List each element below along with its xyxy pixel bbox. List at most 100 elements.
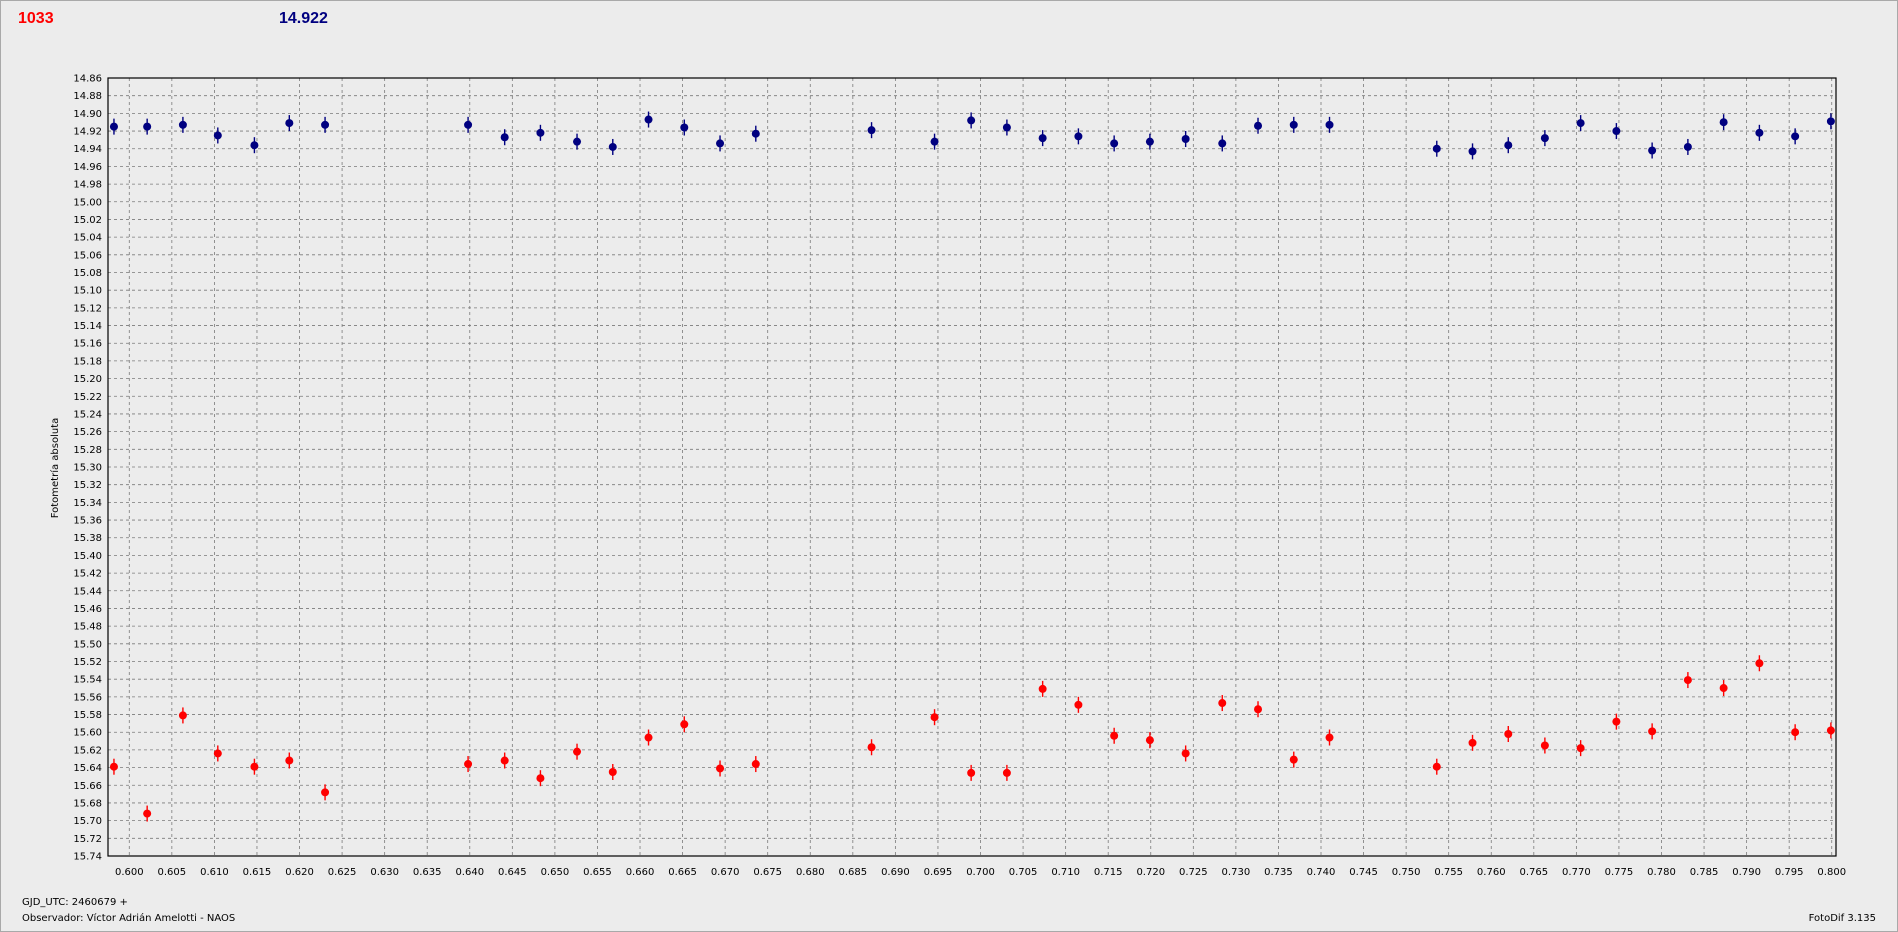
data-point [1648, 146, 1657, 155]
data-point [1432, 762, 1441, 771]
data-point [1218, 139, 1227, 148]
y-tick-label: 15.60 [73, 728, 102, 739]
data-point [716, 139, 725, 148]
data-point [1826, 117, 1835, 126]
data-point [1612, 717, 1621, 726]
data-point [1826, 726, 1835, 735]
y-tick-label: 15.04 [73, 233, 102, 244]
x-tick-label: 0.795 [1775, 867, 1804, 878]
x-tick-label: 0.670 [711, 867, 740, 878]
data-point [1576, 744, 1585, 753]
x-tick-label: 0.655 [583, 867, 612, 878]
data-point [109, 122, 118, 131]
y-tick-label: 15.42 [73, 569, 102, 580]
data-point [1110, 731, 1119, 740]
x-tick-label: 0.725 [1179, 867, 1208, 878]
x-tick-label: 0.760 [1477, 867, 1506, 878]
y-tick-label: 15.16 [73, 339, 102, 350]
data-point [1612, 127, 1621, 136]
x-tick-label: 0.620 [285, 867, 314, 878]
x-tick-label: 0.730 [1222, 867, 1251, 878]
light-curve-chart: 0.600 0.605 0.610 0.615 0.620 0.625 0.630 0.635… [49, 74, 1846, 879]
y-tick-label: 15.00 [73, 197, 102, 208]
data-point [644, 733, 653, 742]
y-tick-label: 15.58 [73, 710, 102, 721]
y-tick-label: 15.06 [73, 250, 102, 261]
data-point [1002, 123, 1011, 132]
x-tick-label: 0.600 [115, 867, 144, 878]
y-tick-label: 15.50 [73, 639, 102, 650]
x-tick-label: 0.705 [1009, 867, 1038, 878]
y-tick-label: 15.62 [73, 745, 102, 756]
x-tick-label: 0.740 [1307, 867, 1336, 878]
y-tick-label: 15.68 [73, 798, 102, 809]
y-tick-label: 15.72 [73, 834, 102, 845]
x-tick-label: 0.770 [1562, 867, 1591, 878]
x-tick-label: 0.615 [243, 867, 272, 878]
footer-gjd: GJD_UTC: 2460679 + [22, 897, 128, 908]
footer-version: FotoDif 3.135 [1808, 913, 1876, 924]
data-point [1540, 134, 1549, 143]
x-tick-label: 0.700 [966, 867, 995, 878]
data-point [464, 120, 473, 129]
data-point [867, 126, 876, 135]
data-point [1074, 700, 1083, 709]
y-tick-label: 14.98 [73, 180, 102, 191]
x-tick-label: 0.685 [839, 867, 868, 878]
y-tick-label: 15.18 [73, 356, 102, 367]
data-point [321, 120, 330, 129]
data-point [143, 809, 152, 818]
data-point [1038, 134, 1047, 143]
x-tick-label: 0.610 [200, 867, 229, 878]
y-tick-label: 14.96 [73, 162, 102, 173]
y-tick-label: 15.48 [73, 622, 102, 633]
data-point [1038, 684, 1047, 693]
data-point [109, 762, 118, 771]
data-point [1755, 659, 1764, 668]
y-tick-label: 14.94 [73, 144, 102, 155]
data-point [1325, 120, 1334, 129]
data-point [1110, 139, 1119, 148]
data-point [1181, 749, 1190, 758]
y-tick-label: 15.40 [73, 551, 102, 562]
data-point [1540, 741, 1549, 750]
data-point [1468, 738, 1477, 747]
x-tick-label: 0.695 [924, 867, 953, 878]
y-tick-label: 15.36 [73, 516, 102, 527]
data-point [1254, 121, 1263, 130]
data-point [867, 743, 876, 752]
x-tick-label: 0.640 [455, 867, 484, 878]
data-point [1218, 699, 1227, 708]
y-tick-label: 15.56 [73, 692, 102, 703]
data-point [716, 764, 725, 773]
y-tick-label: 14.90 [73, 109, 102, 120]
y-tick-label: 15.34 [73, 498, 102, 509]
data-point [1648, 727, 1657, 736]
data-point [250, 141, 259, 150]
x-tick-label: 0.690 [881, 867, 910, 878]
y-tick-label: 15.28 [73, 445, 102, 456]
x-tick-label: 0.800 [1817, 867, 1846, 878]
data-point [608, 142, 617, 151]
data-point [1002, 768, 1011, 777]
data-point [1504, 141, 1513, 150]
data-point [213, 749, 222, 758]
x-tick-label: 0.765 [1519, 867, 1548, 878]
data-point [1145, 137, 1154, 146]
data-point [573, 137, 582, 146]
data-point [1719, 118, 1728, 127]
x-tick-label: 0.645 [498, 867, 527, 878]
data-point [680, 123, 689, 132]
data-point [1074, 132, 1083, 141]
x-tick-label: 0.625 [328, 867, 357, 878]
x-tick-label: 0.785 [1690, 867, 1719, 878]
data-point [1432, 144, 1441, 153]
y-tick-label: 15.64 [73, 763, 102, 774]
y-tick-label: 15.44 [73, 586, 102, 597]
x-tick-label: 0.605 [158, 867, 187, 878]
data-point [178, 120, 187, 129]
y-tick-label: 15.52 [73, 657, 102, 668]
x-tick-label: 0.755 [1434, 867, 1463, 878]
data-point [608, 768, 617, 777]
data-point [680, 720, 689, 729]
